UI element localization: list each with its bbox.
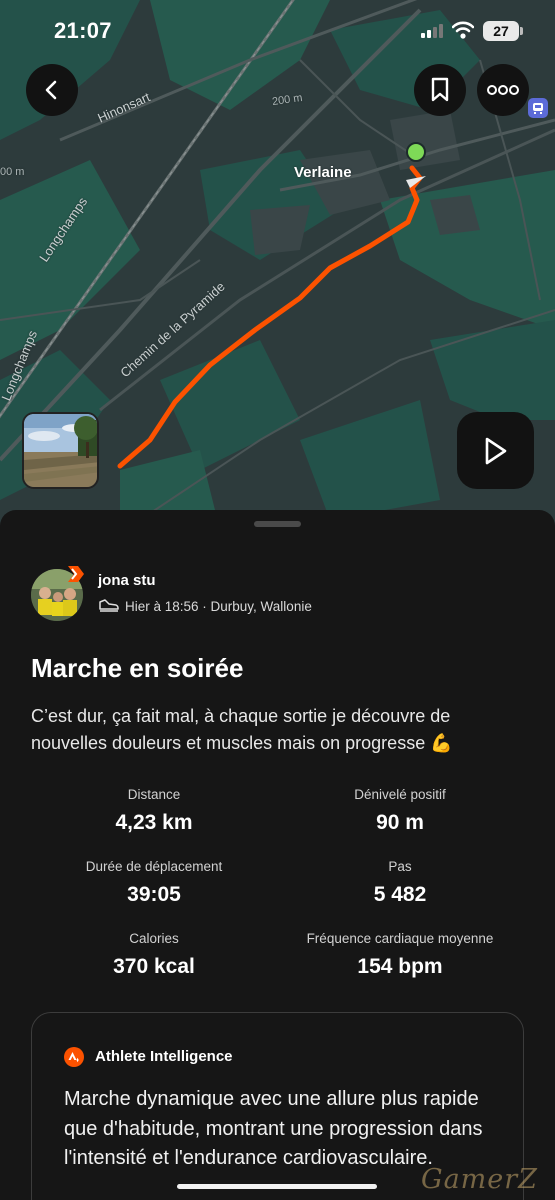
stat-value: 154 bpm [357,955,443,978]
activity-description: C’est dur, ça fait mal, à chaque sortie … [31,706,453,753]
stat-label: Durée de déplacement [85,859,223,874]
stat-value: 4,23 km [115,811,193,834]
stat-value: 39:05 [127,883,181,906]
stat-label: Fréquence cardiaque moyenne [306,931,494,946]
stat-label: Pas [388,859,412,874]
activity-sheet: jona stu Hier à 18:56 · Durbuy, Wallonie… [0,510,555,1200]
back-arrow-icon [45,80,57,100]
stat-steps: Pas 5 482 [270,859,530,907]
battery-nub [520,27,523,35]
battery-indicator: 27 [483,21,519,41]
home-indicator[interactable] [177,1184,377,1189]
more-icon [487,85,519,95]
stat-label: Dénivelé positif [354,787,446,802]
activity-map[interactable]: Hinonsart 200 m 00 m Verlaine Longchamps… [0,0,555,530]
activity-title: Marche en soirée [31,653,244,683]
map-label-elevation-edge: 00 m [0,166,25,178]
stat-distance: Distance 4,23 km [24,787,284,835]
stat-calories: Calories 370 kcal [24,931,284,979]
photo-image [24,414,97,487]
strava-logo-icon [64,1047,84,1067]
drag-handle[interactable] [254,521,301,527]
activity-photo-thumbnail[interactable] [22,412,99,489]
more-button[interactable] [477,64,529,116]
stat-label: Distance [127,787,181,802]
subscriber-badge-icon [68,566,84,582]
shoe-icon [99,599,119,612]
athlete-name[interactable]: jona stu [98,572,156,589]
watermark: GamerZ [421,1164,538,1195]
stat-elevation: Dénivelé positif 90 m [270,787,530,835]
wifi-icon [452,21,474,39]
play-flyover-button[interactable] [457,412,534,489]
stat-value: 90 m [376,811,424,834]
stat-heartrate: Fréquence cardiaque moyenne 154 bpm [270,931,530,979]
map-label-verlaine: Verlaine [294,164,352,181]
bookmark-icon [431,77,449,102]
stat-label: Calories [129,931,179,946]
status-time: 21:07 [54,18,112,43]
signal-icon [421,24,443,38]
ai-card-text: Marche dynamique avec une allure plus ra… [64,1088,483,1169]
stat-value: 5 482 [373,883,427,906]
start-marker [406,142,426,162]
back-button[interactable] [26,64,78,116]
play-icon [485,437,506,464]
status-bar: 21:07 27 [0,0,555,60]
ai-card-title: Athlete Intelligence [95,1048,233,1065]
stat-value: 370 kcal [113,955,195,978]
stat-duration: Durée de déplacement 39:05 [24,859,284,907]
bookmark-button[interactable] [414,64,466,116]
transit-icon [528,98,548,118]
activity-meta: Hier à 18:56 · Durbuy, Wallonie [125,599,312,614]
